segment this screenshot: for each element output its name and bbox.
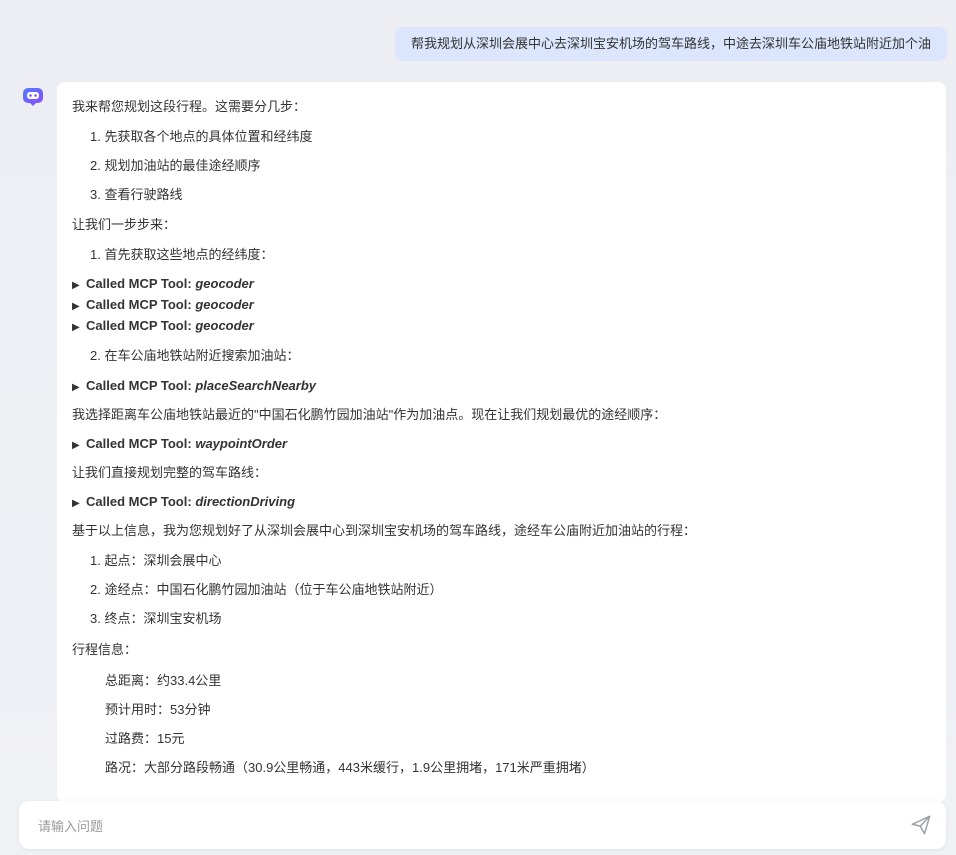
plan-step: 2. 规划加油站的最佳途经顺序 bbox=[72, 157, 930, 175]
step-by-step-text: 让我们一步步来： bbox=[72, 216, 930, 234]
tool-name: directionDriving bbox=[195, 494, 295, 509]
plan-step: 3. 查看行驶路线 bbox=[72, 186, 930, 204]
triangle-right-icon: ▶ bbox=[72, 378, 86, 397]
triangle-right-icon: ▶ bbox=[72, 436, 86, 455]
question-input[interactable] bbox=[36, 801, 880, 851]
choose-station-text: 我选择距离车公庙地铁站最近的"中国石化鹏竹园加油站"作为加油点。现在让我们规划最… bbox=[72, 406, 930, 424]
tool-prefix: Called MCP Tool: bbox=[86, 297, 192, 312]
trip-info-item: 预计用时：53分钟 bbox=[72, 701, 930, 719]
assistant-message-card: 我来帮您规划这段行程。这需要分几步： 1. 先获取各个地点的具体位置和经纬度 2… bbox=[57, 82, 946, 802]
direct-route-text: 让我们直接规划完整的驾车路线： bbox=[72, 464, 930, 482]
sub-step-search: 2. 在车公庙地铁站附近搜索加油站： bbox=[72, 347, 930, 365]
chat-page: 帮我规划从深圳会展中心去深圳宝安机场的驾车路线，中途去深圳车公庙地铁站附近加个油… bbox=[0, 0, 956, 855]
tool-call-geocoder[interactable]: ▶Called MCP Tool: geocoder bbox=[72, 274, 930, 295]
tool-name: placeSearchNearby bbox=[195, 378, 316, 393]
route-point: 3. 终点：深圳宝安机场 bbox=[72, 610, 930, 628]
tool-prefix: Called MCP Tool: bbox=[86, 436, 192, 451]
trip-info-label: 行程信息： bbox=[72, 641, 930, 659]
chat-input-bar bbox=[19, 801, 946, 849]
summary-text: 基于以上信息，我为您规划好了从深圳会展中心到深圳宝安机场的驾车路线，途经车公庙附… bbox=[72, 522, 930, 540]
tool-name: waypointOrder bbox=[195, 436, 287, 451]
trip-info-item: 总距离：约33.4公里 bbox=[72, 672, 930, 690]
tool-prefix: Called MCP Tool: bbox=[86, 276, 192, 291]
robot-icon bbox=[21, 84, 45, 108]
send-button[interactable] bbox=[910, 814, 932, 836]
user-message-row: 帮我规划从深圳会展中心去深圳宝安机场的驾车路线，中途去深圳车公庙地铁站附近加个油 bbox=[395, 27, 947, 61]
trip-info-item: 过路费：15元 bbox=[72, 730, 930, 748]
sub-step-geocode: 1. 首先获取这些地点的经纬度： bbox=[72, 246, 930, 264]
triangle-right-icon: ▶ bbox=[72, 297, 86, 316]
tool-call-direction-driving[interactable]: ▶Called MCP Tool: directionDriving bbox=[72, 492, 930, 513]
send-icon bbox=[910, 814, 932, 836]
tool-prefix: Called MCP Tool: bbox=[86, 378, 192, 393]
tool-call-place-search[interactable]: ▶Called MCP Tool: placeSearchNearby bbox=[72, 376, 930, 397]
assistant-intro: 我来帮您规划这段行程。这需要分几步： bbox=[72, 98, 930, 116]
tool-call-waypoint-order[interactable]: ▶Called MCP Tool: waypointOrder bbox=[72, 434, 930, 455]
assistant-message-content: 我来帮您规划这段行程。这需要分几步： 1. 先获取各个地点的具体位置和经纬度 2… bbox=[57, 82, 946, 777]
route-point: 1. 起点：深圳会展中心 bbox=[72, 552, 930, 570]
tool-prefix: Called MCP Tool: bbox=[86, 494, 192, 509]
route-point: 2. 途经点：中国石化鹏竹园加油站（位于车公庙地铁站附近） bbox=[72, 581, 930, 599]
tool-name: geocoder bbox=[195, 318, 254, 333]
tool-call-geocoder[interactable]: ▶Called MCP Tool: geocoder bbox=[72, 295, 930, 316]
triangle-right-icon: ▶ bbox=[72, 318, 86, 337]
tool-call-geocoder[interactable]: ▶Called MCP Tool: geocoder bbox=[72, 316, 930, 337]
tool-name: geocoder bbox=[195, 297, 254, 312]
user-message-bubble: 帮我规划从深圳会展中心去深圳宝安机场的驾车路线，中途去深圳车公庙地铁站附近加个油 bbox=[395, 27, 947, 61]
triangle-right-icon: ▶ bbox=[72, 494, 86, 513]
triangle-right-icon: ▶ bbox=[72, 276, 86, 295]
tool-prefix: Called MCP Tool: bbox=[86, 318, 192, 333]
tool-name: geocoder bbox=[195, 276, 254, 291]
plan-step: 1. 先获取各个地点的具体位置和经纬度 bbox=[72, 128, 930, 146]
trip-info-item: 路况：大部分路段畅通（30.9公里畅通，443米缓行，1.9公里拥堵，171米严… bbox=[72, 759, 930, 777]
